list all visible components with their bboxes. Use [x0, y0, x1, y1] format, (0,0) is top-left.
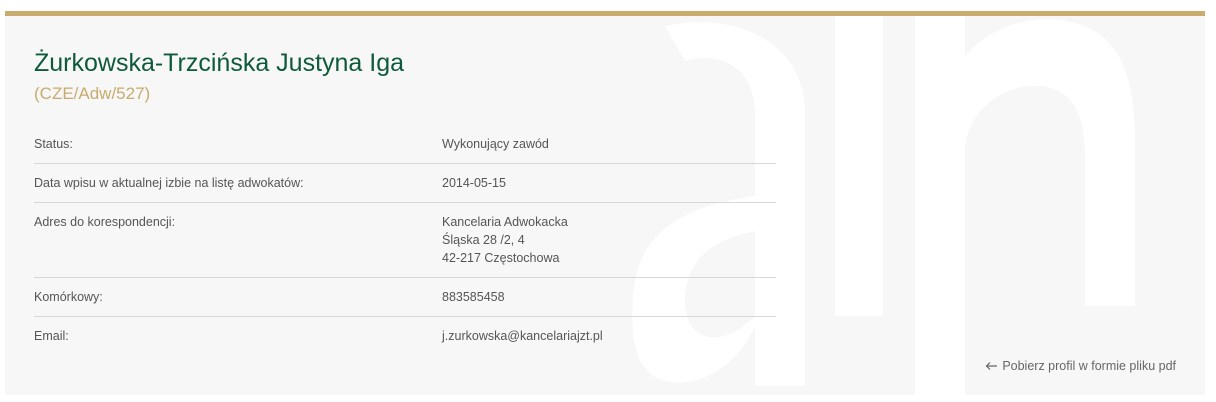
- address-value: Kancelaria Adwokacka Śląska 28 /2, 4 42-…: [442, 213, 776, 267]
- address-line: Kancelaria Adwokacka: [442, 215, 568, 229]
- arrow-left-icon: [985, 362, 998, 370]
- status-value: Wykonujący zawód: [442, 137, 549, 151]
- download-pdf-label: Pobierz profil w formie pliku pdf: [1002, 359, 1176, 373]
- details-row-status: Status: Wykonujący zawód: [34, 125, 776, 164]
- mobile-value[interactable]: 883585458: [442, 288, 776, 306]
- download-pdf-link[interactable]: Pobierz profil w formie pliku pdf: [985, 357, 1176, 375]
- entry-date-value: 2014-05-15: [442, 176, 506, 190]
- email-value[interactable]: j.zurkowska@kancelariajzt.pl: [442, 327, 776, 345]
- email-label: Email:: [34, 329, 69, 343]
- details-row-mobile: Komórkowy: 883585458: [34, 278, 776, 317]
- attorney-registry-code: (CZE/Adw/527): [34, 84, 151, 103]
- entry-date-label: Data wpisu w aktualnej izbie na listę ad…: [34, 176, 304, 190]
- details-table: Status: Wykonujący zawód Data wpisu w ak…: [34, 125, 776, 355]
- profile-content: Żurkowska-Trzcińska Justyna Iga (CZE/Adw…: [34, 46, 776, 355]
- details-row-address: Adres do korespondencji: Kancelaria Adwo…: [34, 203, 776, 278]
- mobile-label: Komórkowy:: [34, 290, 103, 304]
- profile-card: Żurkowska-Trzcińska Justyna Iga (CZE/Adw…: [5, 11, 1205, 395]
- details-row-entry-date: Data wpisu w aktualnej izbie na listę ad…: [34, 164, 776, 203]
- address-line: 42-217 Częstochowa: [442, 251, 560, 265]
- details-row-email: Email: j.zurkowska@kancelariajzt.pl: [34, 317, 776, 355]
- attorney-name: Żurkowska-Trzcińska Justyna Iga: [34, 49, 405, 77]
- status-label: Status:: [34, 137, 73, 151]
- address-label: Adres do korespondencji:: [34, 215, 176, 229]
- address-line: Śląska 28 /2, 4: [442, 233, 525, 247]
